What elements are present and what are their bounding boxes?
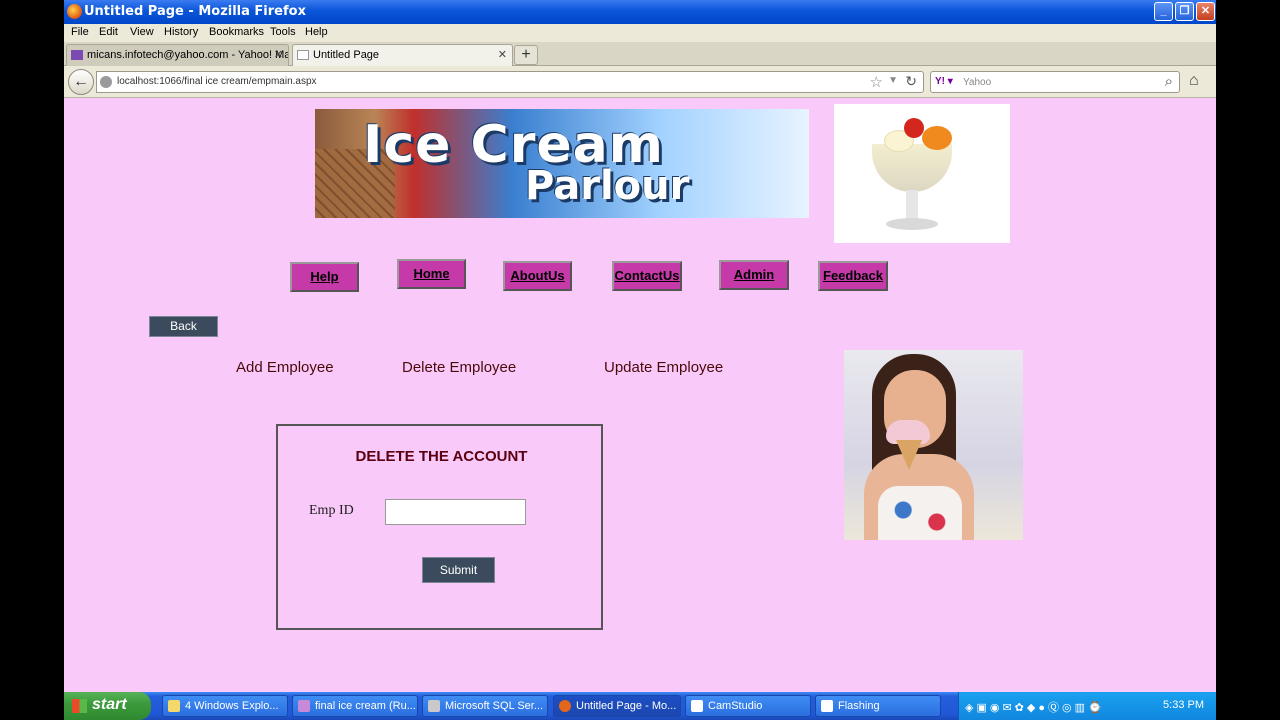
ice-cream-parlour-banner: Ice Cream Parlour [315,109,809,218]
taskbar-item-camstudio[interactable]: CamStudio [685,695,811,717]
camstudio-icon [691,700,703,712]
mail-icon [71,50,83,60]
window-titlebar: Untitled Page - Mozilla Firefox _ ❐ ✕ [64,0,1216,24]
visual-studio-icon [298,700,310,712]
tab-label: micans.infotech@yahoo.com - Yahoo! Mail [87,49,289,61]
taskbar-item-label: Untitled Page - Mo... [576,700,677,712]
search-icon[interactable]: ⌕ [1165,73,1173,90]
nav-admin-button[interactable]: Admin [719,260,789,290]
firefox-icon [67,4,82,19]
orange-slice [922,126,952,150]
menu-bookmarks[interactable]: Bookmarks [209,26,264,38]
tab-close-icon[interactable]: ✕ [498,48,507,61]
taskbar-item-flashing[interactable]: Flashing [815,695,941,717]
taskbar-item-firefox[interactable]: Untitled Page - Mo... [553,695,681,717]
page-content: Ice Cream Parlour Help Home AboutUs Cont… [64,98,1216,692]
delete-employee-link[interactable]: Delete Employee [402,359,516,376]
menu-history[interactable]: History [164,26,198,38]
window-title: Untitled Page - Mozilla Firefox [84,4,306,19]
windows-taskbar: start 4 Windows Explo... final ice cream… [64,692,1216,720]
nav-contactus-button[interactable]: ContactUs [612,261,682,291]
bookmark-star-icon[interactable]: ☆ [870,73,883,91]
menu-bar: File Edit View History Bookmarks Tools H… [64,24,1216,42]
girl-eating-ice-cream-photo [844,350,1023,540]
menu-help[interactable]: Help [305,26,328,38]
tab-label: Untitled Page [313,49,380,61]
sql-server-icon [428,700,440,712]
cherry [904,118,924,138]
right-letterbox [1216,0,1280,720]
taskbar-item-label: 4 Windows Explo... [185,700,279,712]
yahoo-engine-icon[interactable]: Y! ▾ [935,76,953,87]
home-icon[interactable]: ⌂ [1189,72,1199,90]
back-arrow-button[interactable]: ← [68,69,94,95]
url-text: localhost:1066/final ice cream/empmain.a… [117,76,317,87]
navigation-bar: ← localhost:1066/final ice cream/empmain… [64,66,1216,98]
site-identity-icon[interactable] [100,76,112,88]
search-bar[interactable]: Y! ▾ Yahoo ⌕ [930,71,1180,93]
taskbar-item-explorer[interactable]: 4 Windows Explo... [162,695,288,717]
panel-title: DELETE THE ACCOUNT [355,448,528,465]
tab-close-icon[interactable]: ✕ [274,48,283,61]
nav-help-button[interactable]: Help [290,262,359,292]
photo-swimsuit [878,486,962,540]
reload-icon[interactable]: ↻ [905,73,917,90]
system-tray: ◈▣◉✉✿◆●Ⓠ◎▥⌚ 5:33 PM [958,692,1216,720]
submit-button[interactable]: Submit [422,557,495,583]
taskbar-item-visual-studio[interactable]: final ice cream (Ru... [292,695,418,717]
nav-feedback-button[interactable]: Feedback [818,261,888,291]
new-tab-button[interactable]: + [514,45,538,65]
address-bar[interactable]: localhost:1066/final ice cream/empmain.a… [96,71,924,93]
glass-stem [906,190,918,220]
page-icon [297,50,309,60]
emp-id-input[interactable] [385,499,526,525]
folder-icon [168,700,180,712]
update-employee-link[interactable]: Update Employee [604,359,723,376]
left-letterbox [0,0,64,720]
history-dropdown-icon[interactable]: ▼ [888,75,898,86]
taskbar-item-label: final ice cream (Ru... [315,700,416,712]
emp-id-label: Emp ID [309,503,354,518]
menu-edit[interactable]: Edit [99,26,118,38]
screen: Untitled Page - Mozilla Firefox _ ❐ ✕ Fi… [64,0,1216,720]
tray-icons[interactable]: ◈▣◉✉✿◆●Ⓠ◎▥⌚ [965,699,1105,715]
minimize-button[interactable]: _ [1154,2,1173,21]
taskbar-item-label: Flashing [838,700,880,712]
back-button[interactable]: Back [149,316,218,337]
add-employee-link[interactable]: Add Employee [236,359,334,376]
search-placeholder: Yahoo [963,77,992,88]
nav-aboutus-button[interactable]: AboutUs [503,261,572,291]
delete-account-panel: DELETE THE ACCOUNT Emp ID Submit [276,424,603,630]
restore-button[interactable]: ❐ [1175,2,1194,21]
taskbar-item-sql-server[interactable]: Microsoft SQL Ser... [422,695,548,717]
start-label: start [92,696,127,713]
firefox-icon [559,700,571,712]
close-button[interactable]: ✕ [1196,2,1215,21]
banner-line2: Parlour [525,163,690,209]
nav-home-button[interactable]: Home [397,259,466,289]
tab-bar: micans.infotech@yahoo.com - Yahoo! Mail … [64,42,1216,67]
camstudio-icon [821,700,833,712]
menu-view[interactable]: View [130,26,154,38]
windows-logo-icon [72,699,87,713]
tab-yahoo-mail[interactable]: micans.infotech@yahoo.com - Yahoo! Mail … [66,44,289,66]
start-button[interactable]: start [64,692,151,720]
sundae-glass [872,144,952,192]
taskbar-item-label: Microsoft SQL Ser... [445,700,544,712]
menu-tools[interactable]: Tools [270,26,296,38]
menu-file[interactable]: File [71,26,89,38]
sundae-image [834,104,1010,243]
clock: 5:33 PM [1163,699,1204,711]
glass-base [886,218,938,230]
tab-untitled-page[interactable]: Untitled Page ✕ [292,44,513,67]
taskbar-item-label: CamStudio [708,700,763,712]
